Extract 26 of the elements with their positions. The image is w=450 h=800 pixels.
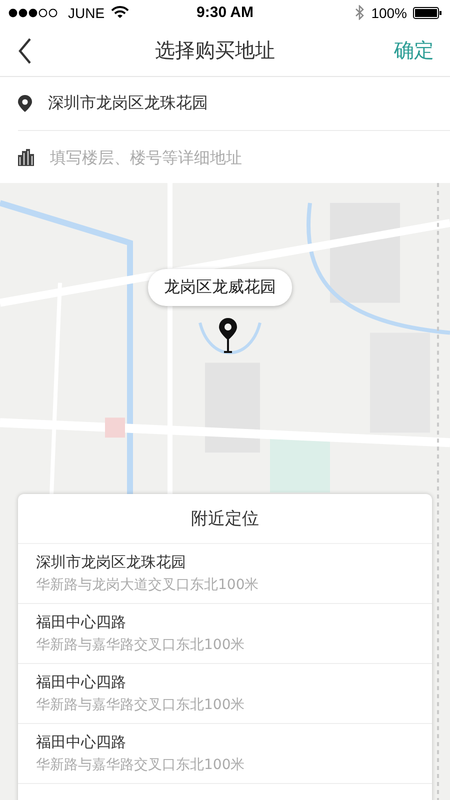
page-title: 选择购买地址 <box>155 37 275 64</box>
place-description: 华新路与龙岗大道交叉口东北100米 <box>36 576 260 594</box>
place-name: 福田中心四路 <box>36 673 127 692</box>
place-description: 华新路与嘉华路交叉口东北100米 <box>36 756 246 774</box>
building-icon <box>18 148 34 166</box>
location-callout: 龙岗区龙威花园 <box>148 269 292 306</box>
wifi-icon <box>110 6 129 19</box>
nearby-item[interactable]: 福田中心四路 华新路与嘉华路交叉口东北100米 <box>18 604 432 664</box>
map-pin-icon <box>218 318 238 354</box>
nearby-item[interactable]: 福田中心四路 华新路与嘉华路交叉口东北100米 <box>18 724 432 784</box>
nearby-item[interactable]: 深圳市龙岗区龙珠花园 华新路与龙岗大道交叉口东北100米 <box>18 544 432 604</box>
place-name: 深圳市龙岗区龙珠花园 <box>36 553 187 572</box>
detail-address-field[interactable]: 填写楼层、楼号等详细地址 <box>50 144 434 170</box>
bluetooth-icon <box>355 5 366 20</box>
place-description: 华新路与嘉华路交叉口东北100米 <box>36 696 246 714</box>
place-name: 福田中心四路 <box>36 733 127 752</box>
address-text: 深圳市龙岗区龙珠花园 <box>48 93 208 114</box>
place-description: 华新路与嘉华路交叉口东北100米 <box>36 636 246 654</box>
nearby-item[interactable]: 福田中心四路 华新路与嘉华路交叉口东北100米 <box>18 664 432 724</box>
battery-icon <box>413 6 442 18</box>
panel-title: 附近定位 <box>18 494 432 544</box>
status-time: 9:30 AM <box>196 4 254 21</box>
location-pin-icon <box>18 95 32 112</box>
carrier-name: JUNE <box>68 4 105 20</box>
place-name: 福田中心四路 <box>36 613 127 632</box>
battery-percent: 100% <box>371 4 407 20</box>
